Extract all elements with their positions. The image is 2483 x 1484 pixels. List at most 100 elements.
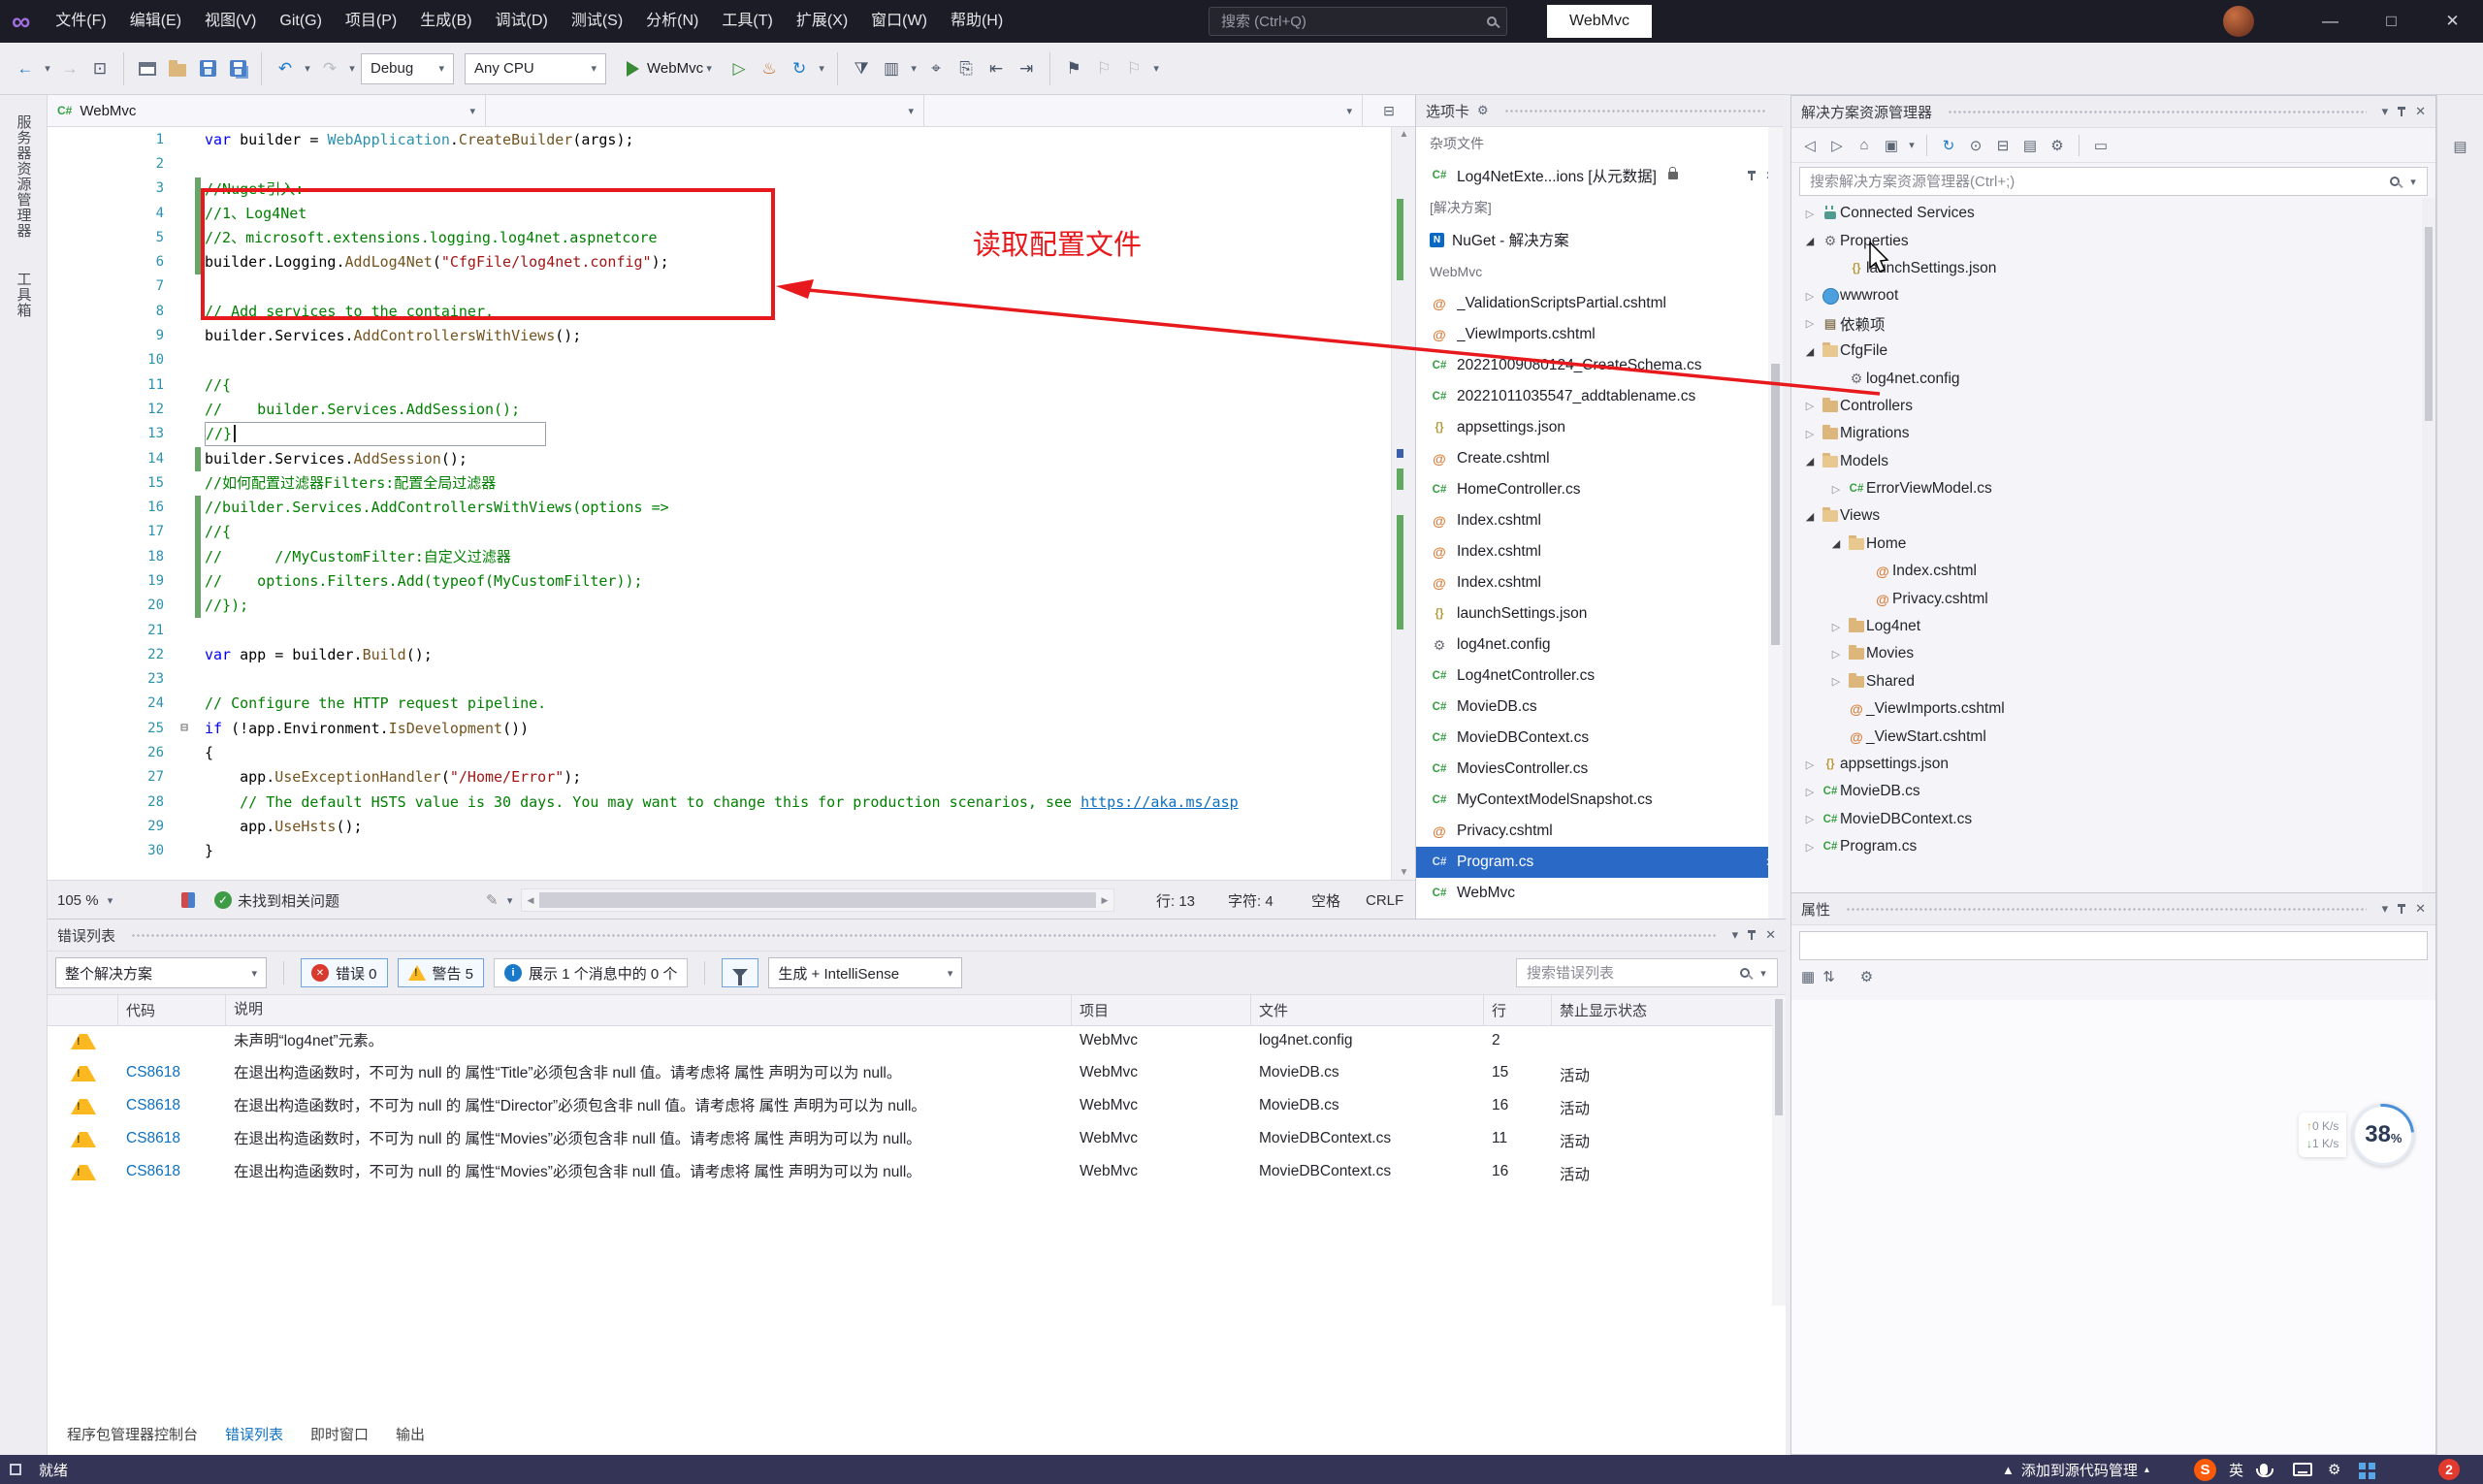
sync-with-active-document-icon[interactable]: ↻ — [1936, 133, 1961, 158]
show-all-files-icon[interactable]: ▤ — [2017, 133, 2043, 158]
document-tab[interactable]: NuGet - 解决方案 — [1416, 224, 1783, 255]
tree-item[interactable]: ◢Properties — [1791, 227, 2435, 254]
panel-grip[interactable] — [1504, 109, 1765, 113]
undo-dropdown[interactable]: ▾ — [302, 62, 313, 75]
document-tab[interactable]: Log4NetExte...ions [从元数据]✕ — [1416, 160, 1783, 191]
tree-item[interactable]: ▷Migrations — [1791, 420, 2435, 447]
error-scope-dropdown[interactable]: 整个解决方案▾ — [55, 957, 267, 988]
expand-chevron-icon[interactable]: ▷ — [1799, 208, 1821, 220]
navigate-cursor-icon[interactable]: ⌖ — [922, 53, 950, 84]
expand-chevron-icon[interactable]: ▷ — [1799, 317, 1821, 330]
properties-object-dropdown[interactable] — [1799, 931, 2428, 960]
tree-item[interactable]: ▷Connected Services — [1791, 200, 2435, 227]
document-tab[interactable]: Privacy.cshtml — [1416, 816, 1783, 847]
document-tab[interactable]: MoviesController.cs — [1416, 754, 1783, 785]
tabs-scrollbar[interactable] — [1768, 127, 1783, 919]
column-header[interactable]: 行 — [1484, 995, 1552, 1026]
split-window-icon[interactable]: ▥ — [878, 53, 905, 84]
panel-grip[interactable] — [1846, 907, 2367, 912]
tree-item[interactable]: ▷Program.cs — [1791, 833, 2435, 860]
keyboard-icon[interactable] — [2293, 1455, 2312, 1484]
collapse-chevron-icon[interactable]: ◢ — [1799, 455, 1821, 468]
comment-icon[interactable]: ⎘ — [952, 53, 980, 84]
expand-chevron-icon[interactable]: ▷ — [1799, 758, 1821, 771]
tree-item[interactable]: ◢Views — [1791, 502, 2435, 530]
close-icon[interactable]: ✕ — [1765, 927, 1776, 943]
microphone-icon[interactable] — [2260, 1455, 2272, 1484]
expand-chevron-icon[interactable]: ▷ — [1825, 648, 1847, 661]
error-code-link[interactable]: CS8618 — [118, 1064, 226, 1081]
tree-item[interactable]: Privacy.cshtml — [1791, 585, 2435, 612]
start-without-debugging-icon[interactable]: ▷ — [726, 53, 753, 84]
type-dropdown[interactable]: ▾ — [486, 95, 924, 126]
expand-chevron-icon[interactable]: ▷ — [1799, 428, 1821, 440]
open-file-icon[interactable] — [164, 53, 191, 84]
chevron-down-icon[interactable]: ▾ — [1732, 927, 1739, 943]
document-tab[interactable]: log4net.config — [1416, 629, 1783, 661]
error-row[interactable]: CS8618在退出构造函数时，不可为 null 的 属性“Title”必须包含非… — [48, 1058, 1786, 1091]
tree-item[interactable]: ▷Movies — [1791, 640, 2435, 667]
editor-horizontal-scrollbar[interactable]: ◀ ▶ — [521, 888, 1114, 912]
error-row[interactable]: CS8618在退出构造函数时，不可为 null 的 属性“Movies”必须包含… — [48, 1157, 1786, 1190]
collapse-chevron-icon[interactable]: ◢ — [1799, 345, 1821, 358]
issues-indicator[interactable]: ✓ 未找到相关问题 — [214, 881, 339, 919]
close-icon[interactable]: ✕ — [2415, 901, 2426, 917]
ime-grid-icon[interactable] — [2359, 1455, 2377, 1484]
tree-item[interactable]: Index.cshtml — [1791, 558, 2435, 585]
document-tab[interactable]: Log4netController.cs — [1416, 661, 1783, 692]
tool-window-tab[interactable]: 工具箱 — [14, 260, 34, 330]
editor-split-icon[interactable]: ⊟ — [1363, 95, 1415, 126]
next-bookmark-icon[interactable]: ⚐ — [1120, 53, 1147, 84]
scroll-right-icon[interactable]: ▶ — [1096, 889, 1113, 911]
member-dropdown[interactable]: ▾ — [924, 95, 1363, 126]
column-header[interactable]: 禁止显示状态 — [1552, 995, 1786, 1026]
tree-item[interactable]: ▷Shared — [1791, 668, 2435, 695]
error-search-input[interactable] — [1525, 964, 1732, 983]
pin-icon[interactable] — [1746, 929, 1757, 941]
expand-chevron-icon[interactable]: ▷ — [1825, 621, 1847, 633]
menu-item[interactable]: 调试(D) — [484, 0, 560, 43]
project-dropdown[interactable]: C# WebMvc ▾ — [48, 95, 486, 126]
panel-tab[interactable]: 即时窗口 — [299, 1419, 380, 1449]
expand-chevron-icon[interactable]: ▷ — [1799, 290, 1821, 303]
forward-icon[interactable]: ▷ — [1824, 133, 1850, 158]
tree-item[interactable]: ▷MovieDBContext.cs — [1791, 806, 2435, 833]
expand-chevron-icon[interactable]: ▷ — [1799, 400, 1821, 412]
filter-button[interactable] — [722, 958, 758, 987]
menu-item[interactable]: 视图(V) — [193, 0, 268, 43]
notification-badge[interactable]: 2 — [2438, 1455, 2460, 1484]
start-debugging-button[interactable]: WebMvc ▾ — [619, 53, 723, 84]
close-icon[interactable]: ✕ — [2415, 104, 2426, 119]
tree-item[interactable]: ◢Models — [1791, 448, 2435, 475]
bookmark-dropdown[interactable]: ▾ — [1150, 62, 1162, 75]
document-tab[interactable]: appsettings.json — [1416, 412, 1783, 443]
expand-chevron-icon[interactable]: ▷ — [1799, 786, 1821, 798]
tree-item[interactable]: launchSettings.json — [1791, 255, 2435, 282]
tree-item[interactable]: ▷MovieDB.cs — [1791, 778, 2435, 805]
tree-item[interactable]: ▷wwwroot — [1791, 282, 2435, 309]
tree-item[interactable]: ▷Controllers — [1791, 393, 2435, 420]
indent-increase-icon[interactable]: ⇥ — [1013, 53, 1040, 84]
error-row[interactable]: CS8618在退出构造函数时，不可为 null 的 属性“Director”必须… — [48, 1091, 1786, 1124]
gear-icon[interactable]: ⚙ — [1477, 103, 1489, 118]
editor-vertical-scrollbar[interactable]: ▲ ▼ — [1391, 127, 1415, 880]
solution-search-box[interactable]: ▾ — [1799, 167, 2428, 196]
error-search-box[interactable]: ▾ — [1516, 958, 1778, 987]
line-ending-indicator[interactable]: CRLF — [1366, 881, 1403, 919]
caret-line-indicator[interactable]: 行: 13 — [1156, 881, 1195, 919]
redo-icon[interactable]: ↷ — [316, 53, 343, 84]
spaces-indicator[interactable]: 空格 — [1311, 881, 1340, 919]
column-header[interactable]: 代码 — [118, 995, 226, 1026]
collapsed-panel-icon[interactable]: ▤ — [2437, 134, 2483, 159]
find-in-files-icon[interactable]: ⧩ — [848, 53, 875, 84]
error-row[interactable]: CS8618在退出构造函数时，不可为 null 的 属性“Movies”必须包含… — [48, 1124, 1786, 1157]
tree-item[interactable]: ◢CfgFile — [1791, 338, 2435, 365]
zoom-dropdown[interactable]: 105 %▾ — [57, 881, 116, 919]
error-code-link[interactable]: CS8618 — [118, 1097, 226, 1114]
column-header[interactable]: 项目 — [1072, 995, 1251, 1026]
document-tab[interactable]: Index.cshtml — [1416, 536, 1783, 567]
document-tab[interactable]: MovieDBContext.cs — [1416, 723, 1783, 754]
document-tab[interactable]: Program.cs✕ — [1416, 847, 1783, 878]
property-pages-icon[interactable]: ⚙ — [1860, 968, 1873, 985]
back-icon[interactable]: ◁ — [1797, 133, 1822, 158]
